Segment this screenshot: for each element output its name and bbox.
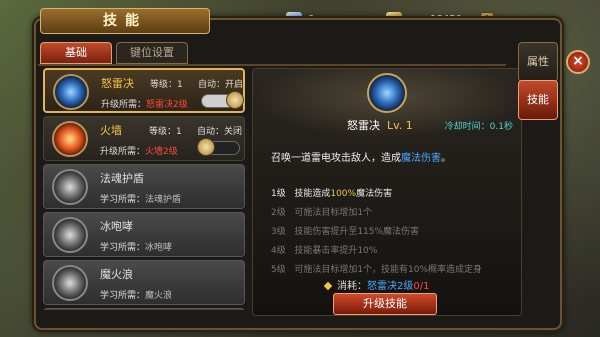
skill-name: 冰咆哮 [100,220,133,233]
skill-requirement: 升级所需：怒雷决2级 [101,100,188,110]
level-list: 1级 技能造成100%魔法伤害 2级 可施法目标增加1个 3级 技能伤害提升至1… [271,185,511,275]
cooldown-text: 冷却时间：0.1秒 [444,122,513,132]
upgrade-skill-button[interactable]: 升级技能 [333,293,437,315]
skill-item-thunder[interactable]: 怒雷决 等级：1 自动：开启 升级所需：怒雷决2级 [43,68,245,113]
window-title: 技能 [40,8,210,34]
auto-toggle[interactable] [197,138,240,156]
skill-list[interactable]: 怒雷决 等级：1 自动：开启 升级所需：怒雷决2级 火墙 等级：1 自动：关闭 … [43,68,245,310]
skill-name: 怒雷决 [101,77,134,90]
tab-basic[interactable]: 基础 [40,42,112,64]
skill-auto: 自动：开启 [198,80,244,90]
skill-item-ice[interactable]: 冰咆哮 学习所需：冰咆哮 [43,212,245,257]
detail-title: 怒雷决 Lv. 1 [347,119,413,132]
lock-icon [226,91,244,109]
skill-name: 火墙 [100,124,122,137]
cost-icon [323,281,333,291]
skill-requirement: 学习所需：冰咆哮 [100,243,173,253]
skill-description: 召唤一道雷电攻击敌人，造成魔法伤害。 [271,153,451,164]
skill-name: 法魂护盾 [100,172,144,185]
side-tab-attributes[interactable]: 属性 [518,42,558,82]
fire-wave-icon [52,265,88,301]
skill-level: 等级：1 [150,80,183,90]
close-button[interactable]: × [566,50,590,74]
level-row: 5级 可施法目标增加1个，技能有10%概率造成定身 [271,265,483,275]
fire-icon [52,121,88,157]
tab-divider [38,64,506,66]
thunder-icon [367,73,407,113]
upgrade-cost: 消耗：怒雷决2级0/1 [323,277,429,292]
skill-level: 等级：1 [149,127,182,137]
shield-icon [52,169,88,205]
skill-detail-panel: 怒雷决 Lv. 1 冷却时间：0.1秒 召唤一道雷电攻击敌人，造成魔法伤害。 1… [252,68,523,316]
skill-item-shield[interactable]: 法魂护盾 学习所需：法魂护盾 [43,164,245,209]
tab-bar: 基础 键位设置 [40,42,192,64]
auto-toggle[interactable] [201,91,244,109]
skill-requirement: 学习所需：魔火浪 [100,291,173,301]
thunder-icon [53,74,89,110]
level-row: 4级 技能暴击率提升10% [271,246,378,256]
level-row: 1级 技能造成100%魔法伤害 [271,189,393,199]
skill-item-firewall[interactable]: 火墙 等级：1 自动：关闭 升级所需：火墙2级 [43,116,245,161]
tab-keybind[interactable]: 键位设置 [116,42,188,64]
skill-item-firewave[interactable]: 魔火浪 学习所需：魔火浪 [43,260,245,305]
skill-requirement: 学习所需：法魂护盾 [100,195,182,205]
skill-item-teleport[interactable]: 瞬移 [43,308,245,310]
skill-requirement: 升级所需：火墙2级 [100,147,178,157]
ice-icon [52,217,88,253]
lock-icon [197,138,215,156]
side-tab-skills[interactable]: 技能 [518,80,558,120]
level-row: 2级 可施法目标增加1个 [271,208,373,218]
skill-name: 魔火浪 [100,268,133,281]
level-row: 3级 技能伤害提升至115%魔法伤害 [271,227,420,237]
skill-auto: 自动：关闭 [197,127,243,137]
